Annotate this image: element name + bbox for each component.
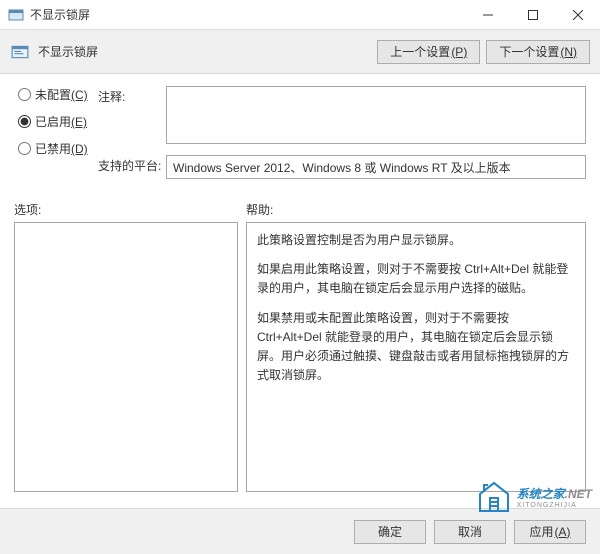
radio-not-configured-input[interactable] bbox=[18, 88, 31, 101]
config-area: 未配置(C) 已启用(E) 已禁用(D) 注释: 支持的平台: Windows … bbox=[0, 74, 600, 195]
window-icon bbox=[8, 7, 24, 23]
mid-labels: 选项: 帮助: bbox=[0, 195, 600, 222]
minimize-button[interactable] bbox=[465, 0, 510, 29]
close-button[interactable] bbox=[555, 0, 600, 29]
radio-disabled[interactable]: 已禁用(D) bbox=[18, 140, 98, 157]
window-controls bbox=[465, 0, 600, 29]
policy-title: 不显示锁屏 bbox=[38, 43, 371, 60]
next-setting-button[interactable]: 下一个设置(N) bbox=[486, 40, 590, 64]
toolbar: 不显示锁屏 上一个设置(P) 下一个设置(N) bbox=[0, 30, 600, 74]
help-label: 帮助: bbox=[246, 201, 273, 218]
platforms-box[interactable]: Windows Server 2012、Windows 8 或 Windows … bbox=[166, 155, 586, 179]
cancel-button[interactable]: 取消 bbox=[434, 520, 506, 544]
comment-label: 注释: bbox=[98, 86, 166, 105]
policy-icon bbox=[10, 42, 30, 62]
comment-textarea[interactable] bbox=[166, 86, 586, 144]
radio-enabled[interactable]: 已启用(E) bbox=[18, 113, 98, 130]
panels: 此策略设置控制是否为用户显示锁屏。 如果启用此策略设置，则对于不需要按 Ctrl… bbox=[0, 222, 600, 492]
footer: 确定 取消 应用(A) bbox=[0, 508, 600, 554]
platforms-label: 支持的平台: bbox=[98, 155, 166, 174]
radio-enabled-input[interactable] bbox=[18, 115, 31, 128]
help-panel[interactable]: 此策略设置控制是否为用户显示锁屏。 如果启用此策略设置，则对于不需要按 Ctrl… bbox=[246, 222, 586, 492]
window-title: 不显示锁屏 bbox=[30, 6, 465, 23]
prev-setting-button[interactable]: 上一个设置(P) bbox=[377, 40, 480, 64]
help-text-1: 此策略设置控制是否为用户显示锁屏。 bbox=[257, 231, 575, 250]
titlebar: 不显示锁屏 bbox=[0, 0, 600, 30]
options-label: 选项: bbox=[14, 201, 246, 218]
options-panel[interactable] bbox=[14, 222, 238, 492]
apply-button[interactable]: 应用(A) bbox=[514, 520, 586, 544]
maximize-button[interactable] bbox=[510, 0, 555, 29]
radio-not-configured[interactable]: 未配置(C) bbox=[18, 86, 98, 103]
help-text-3: 如果禁用或未配置此策略设置，则对于不需要按 Ctrl+Alt+Del 就能登录的… bbox=[257, 309, 575, 386]
ok-button[interactable]: 确定 bbox=[354, 520, 426, 544]
radio-disabled-input[interactable] bbox=[18, 142, 31, 155]
platforms-text: Windows Server 2012、Windows 8 或 Windows … bbox=[173, 159, 579, 176]
help-text-2: 如果启用此策略设置，则对于不需要按 Ctrl+Alt+Del 就能登录的用户，其… bbox=[257, 260, 575, 298]
